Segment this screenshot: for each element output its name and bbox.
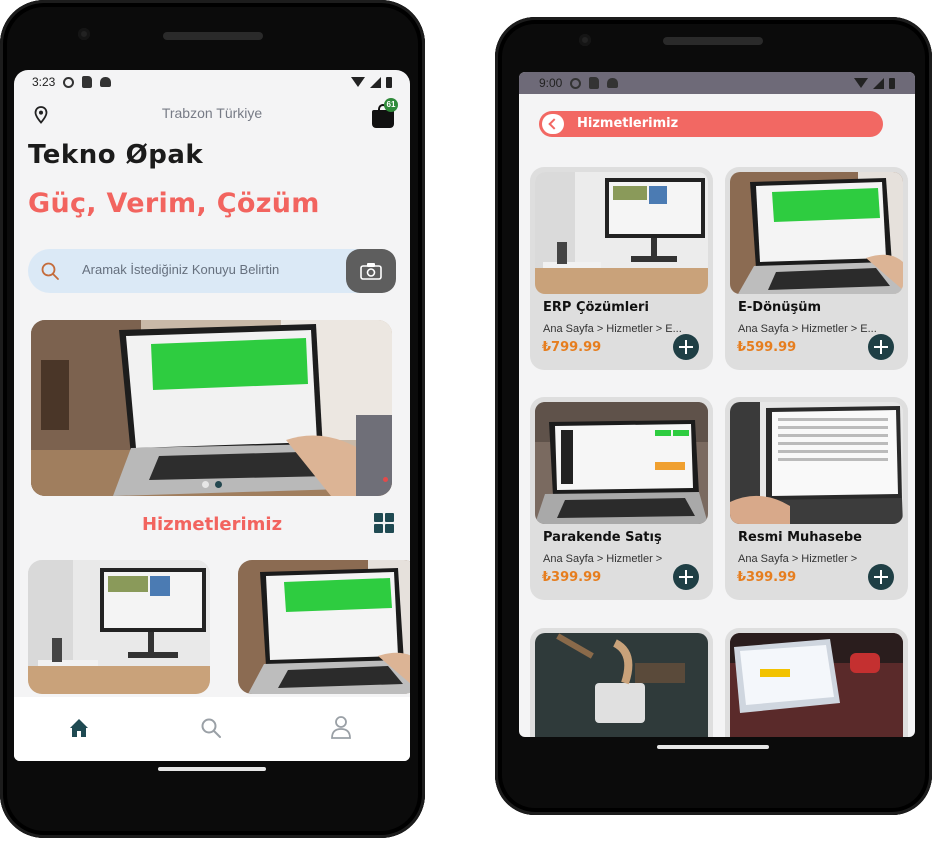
- add-to-cart-button[interactable]: [868, 564, 894, 590]
- service-preview-card[interactable]: [28, 560, 210, 694]
- page-title: Hizmetlerimiz: [577, 116, 679, 131]
- front-camera: [579, 34, 591, 46]
- status-bar: 9:00: [519, 72, 915, 94]
- services-screen: 9:00 Hizmetlerimiz ERP Çözümleri Ana Say…: [519, 72, 915, 737]
- signal-icon: [873, 77, 884, 89]
- android-icon: [100, 77, 112, 87]
- desktop-photo: [28, 560, 210, 694]
- service-name: Parakende Satış: [543, 530, 662, 545]
- status-bar: 3:23: [14, 70, 410, 94]
- service-name: Resmi Muhasebe: [738, 530, 862, 545]
- pager-dot[interactable]: [201, 481, 209, 488]
- bottom-nav: [14, 697, 410, 761]
- page-header: Hizmetlerimiz: [539, 111, 883, 137]
- home-icon[interactable]: [68, 717, 90, 739]
- wifi-icon: [351, 77, 365, 87]
- speaker-grille: [663, 37, 763, 45]
- home-gesture-bar[interactable]: [657, 745, 769, 749]
- service-breadcrumb: Ana Sayfa > Hizmetler > E...: [543, 323, 682, 335]
- status-time: 9:00: [539, 76, 563, 90]
- add-to-cart-button[interactable]: [673, 564, 699, 590]
- promo-banner[interactable]: [31, 320, 392, 496]
- service-name: ERP Çözümleri: [543, 300, 649, 315]
- home-screen: 3:23 Trabzon Türkiye 61 Tekno Øpak Güç, …: [14, 70, 410, 761]
- status-time: 3:23: [32, 75, 56, 89]
- sim-card-icon: [82, 76, 93, 88]
- service-image: [535, 172, 708, 294]
- service-name: E-Dönüşüm: [738, 300, 822, 315]
- cart-button[interactable]: 61: [372, 98, 398, 128]
- section-title: Hizmetlerimiz: [141, 514, 283, 535]
- back-button[interactable]: [542, 114, 564, 134]
- add-to-cart-button[interactable]: [868, 334, 894, 360]
- service-card[interactable]: Parakende Satış Ana Sayfa > Hizmetler > …: [530, 397, 713, 600]
- signal-icon: [370, 76, 381, 88]
- search-bar[interactable]: Aramak İstediğiniz Konuyu Belirtin: [28, 249, 396, 293]
- service-card[interactable]: E-Dönüşüm Ana Sayfa > Hizmetler > E... ₺…: [725, 167, 908, 370]
- banner-indicator: [383, 477, 388, 482]
- service-breadcrumb: Ana Sayfa > Hizmetler > E...: [738, 323, 877, 335]
- service-breadcrumb: Ana Sayfa > Hizmetler >: [738, 553, 858, 565]
- android-icon: [607, 78, 619, 88]
- battery-icon: [386, 76, 392, 88]
- phone-frame-home: 3:23 Trabzon Türkiye 61 Tekno Øpak Güç, …: [0, 0, 425, 838]
- service-card[interactable]: ERP Çözümleri Ana Sayfa > Hizmetler > E.…: [530, 167, 713, 370]
- phone-frame-services: 9:00 Hizmetlerimiz ERP Çözümleri Ana Say…: [495, 17, 932, 815]
- add-to-cart-button[interactable]: [673, 334, 699, 360]
- service-preview-card[interactable]: [238, 560, 410, 694]
- search-icon: [41, 262, 59, 280]
- front-camera: [78, 28, 90, 40]
- location-label[interactable]: Trabzon Türkiye: [14, 105, 410, 121]
- cart-count-badge: 61: [384, 98, 398, 112]
- speaker-grille: [163, 32, 263, 40]
- location-row: Trabzon Türkiye 61: [14, 98, 410, 130]
- laptop-photo: [31, 320, 392, 496]
- stage: 3:23 Trabzon Türkiye 61 Tekno Øpak Güç, …: [0, 0, 950, 844]
- service-price: ₺599.99: [737, 340, 797, 355]
- banner-pager: [31, 481, 392, 488]
- camera-icon: [360, 263, 382, 280]
- service-price: ₺799.99: [542, 340, 602, 355]
- dnd-icon: [63, 76, 75, 88]
- brand-title: Tekno Øpak: [28, 140, 204, 170]
- home-gesture-bar[interactable]: [158, 767, 266, 771]
- profile-icon[interactable]: [330, 715, 352, 739]
- grid-view-icon[interactable]: [374, 513, 394, 533]
- service-price: ₺399.99: [542, 570, 602, 585]
- service-image: [730, 633, 903, 737]
- service-image: [535, 633, 708, 737]
- battery-icon: [889, 77, 895, 89]
- service-price: ₺399.99: [737, 570, 797, 585]
- camera-search-button[interactable]: [346, 249, 396, 293]
- laptop-photo: [238, 560, 410, 694]
- search-icon[interactable]: [200, 717, 222, 739]
- dnd-icon: [570, 77, 582, 89]
- service-card[interactable]: [725, 628, 908, 737]
- search-input[interactable]: Aramak İstediğiniz Konuyu Belirtin: [82, 262, 279, 277]
- service-image: [535, 402, 708, 524]
- service-card[interactable]: Resmi Muhasebe Ana Sayfa > Hizmetler > ₺…: [725, 397, 908, 600]
- service-image: [730, 172, 903, 294]
- sim-card-icon: [589, 77, 600, 89]
- chevron-left-icon: [548, 118, 560, 130]
- service-image: [730, 402, 903, 524]
- brand-slogan: Güç, Verim, Çözüm: [28, 188, 320, 219]
- service-card[interactable]: [530, 628, 713, 737]
- service-breadcrumb: Ana Sayfa > Hizmetler >: [543, 553, 663, 565]
- wifi-icon: [854, 78, 868, 88]
- pager-dot-active[interactable]: [214, 481, 222, 488]
